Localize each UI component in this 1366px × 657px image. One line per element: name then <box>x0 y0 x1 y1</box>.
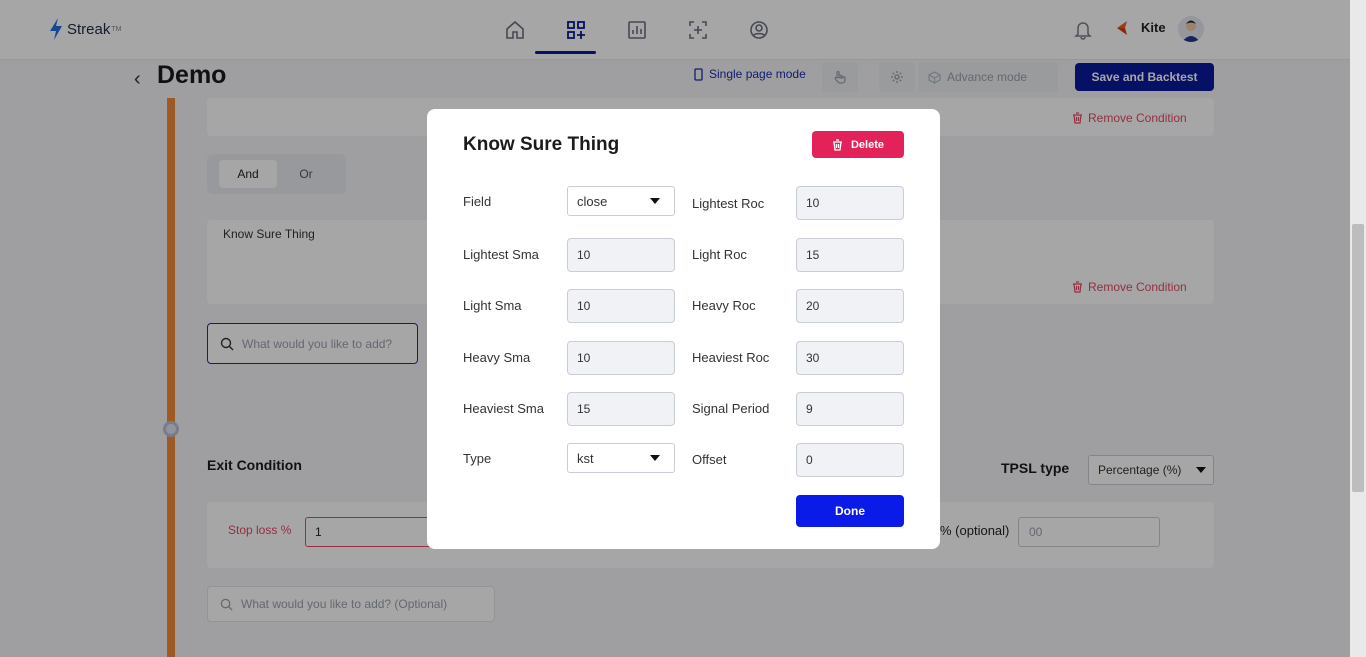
heavy-sma-input[interactable]: 10 <box>567 341 675 375</box>
light-sma-input[interactable]: 10 <box>567 289 675 323</box>
type-select[interactable]: kst <box>567 443 675 473</box>
modal-title: Know Sure Thing <box>463 134 620 155</box>
heaviest-roc-input[interactable]: 30 <box>796 341 904 375</box>
lightest-sma-label: Lightest Sma <box>463 247 539 262</box>
caret-down-icon <box>650 198 660 204</box>
light-sma-label: Light Sma <box>463 298 522 313</box>
signal-period-label: Signal Period <box>692 401 770 416</box>
done-button[interactable]: Done <box>796 495 904 527</box>
heavy-roc-input[interactable]: 20 <box>796 289 904 323</box>
type-label: Type <box>463 451 492 466</box>
delete-label: Delete <box>850 138 885 151</box>
heaviest-sma-input[interactable]: 15 <box>567 392 675 426</box>
offset-input[interactable]: 0 <box>796 443 904 477</box>
heavy-roc-label: Heavy Roc <box>692 298 756 313</box>
light-roc-label: Light Roc <box>692 247 747 262</box>
field-value: close <box>577 193 608 209</box>
field-label: Field <box>463 194 492 209</box>
lightest-roc-input[interactable]: 10 <box>796 186 904 220</box>
lightest-sma-input[interactable]: 10 <box>567 238 675 272</box>
indicator-settings-modal: Know Sure Thing Delete Field close Light… <box>427 109 940 549</box>
offset-label: Offset <box>692 452 727 467</box>
lightest-roc-label: Lightest Roc <box>692 196 765 211</box>
trash-icon <box>832 138 842 151</box>
signal-period-input[interactable]: 9 <box>796 392 904 426</box>
field-select[interactable]: close <box>567 186 675 216</box>
scrollbar-thumb[interactable] <box>1352 224 1364 492</box>
delete-button[interactable]: Delete <box>812 131 904 158</box>
heaviest-roc-label: Heaviest Roc <box>692 350 770 365</box>
type-value: kst <box>577 450 594 466</box>
light-roc-input[interactable]: 15 <box>796 238 904 272</box>
caret-down-icon <box>650 455 660 461</box>
heaviest-sma-label: Heaviest Sma <box>463 401 544 416</box>
heavy-sma-label: Heavy Sma <box>463 350 531 365</box>
